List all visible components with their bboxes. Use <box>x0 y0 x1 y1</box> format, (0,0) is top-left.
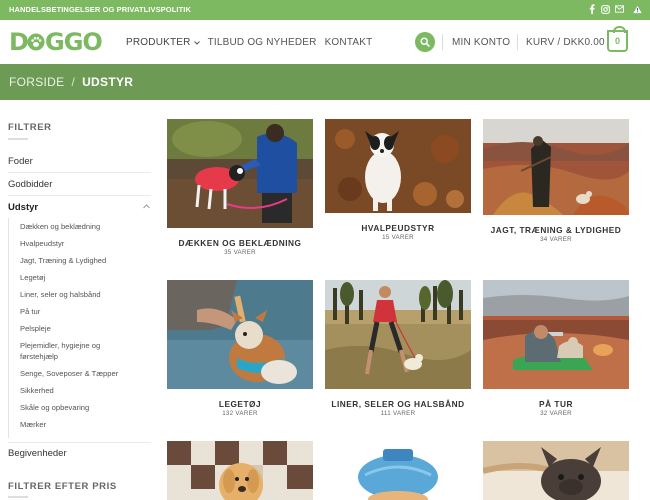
category-begivenheder[interactable]: Begivenheder <box>8 448 151 459</box>
site-header: D GGO PRODUKTER TILBUD OG NYHEDER KONTAK… <box>0 20 650 64</box>
my-account-link[interactable]: MIN KONTO <box>452 37 510 48</box>
product-image[interactable] <box>167 441 313 500</box>
category-godbidder[interactable]: Godbidder <box>8 179 151 190</box>
price-filter-title: FILTRER EFTER PRIS <box>8 481 117 492</box>
search-button[interactable] <box>415 32 435 52</box>
product-title[interactable]: JAGT, TRÆNING & LYDIGHED <box>483 225 629 235</box>
product-count: 111 VARER <box>380 410 416 417</box>
top-bar: HANDELSBETINGELSER OG PRIVATLIVSPOLITIK <box>0 0 650 20</box>
subcategory-item[interactable]: Dækken og beklædning <box>20 221 145 232</box>
product-image[interactable] <box>325 441 471 500</box>
divider <box>8 442 151 443</box>
product-image[interactable] <box>483 441 629 500</box>
product-title[interactable]: PÅ TUR <box>483 399 629 409</box>
svg-text:D: D <box>9 29 28 53</box>
product-card[interactable]: LEGETØJ 132 VARER <box>167 280 313 420</box>
subcategory-item[interactable]: Liner, seler og halsbånd <box>20 289 145 300</box>
breadcrumb-separator: / <box>71 75 76 89</box>
product-count: 15 VARER <box>382 234 414 241</box>
category-udstyr[interactable]: Udstyr <box>8 202 151 213</box>
subcategory-item[interactable]: På tur <box>20 306 145 317</box>
product-card[interactable] <box>325 441 471 500</box>
subcategory-list: Dækken og beklædning Hvalpeudstyr Jagt, … <box>8 218 151 438</box>
filter-title: FILTRER <box>8 122 52 133</box>
product-card[interactable]: PÅ TUR 32 VARER <box>483 280 629 420</box>
breadcrumb-home[interactable]: FORSIDE <box>9 75 64 89</box>
product-card[interactable]: DÆKKEN OG BEKLÆDNING 35 VARER <box>167 119 313 259</box>
chevron-down-icon <box>193 41 200 45</box>
subcategory-item[interactable]: Jagt, Træning & Lydighed <box>20 255 145 266</box>
subcategory-item[interactable]: Sikkerhed <box>20 385 145 396</box>
divider <box>8 496 28 498</box>
terms-privacy-link[interactable]: HANDELSBETINGELSER OG PRIVATLIVSPOLITIK <box>9 5 191 14</box>
subcategory-item[interactable]: Senge, Soveposer & Tæpper <box>20 368 145 379</box>
header-divider <box>442 34 443 50</box>
subcategory-item[interactable]: Plejemidler, hygiejne og førstehjælp <box>20 340 116 362</box>
product-card[interactable] <box>167 441 313 500</box>
filter-sidebar: FILTRER Foder Godbidder Udstyr Dækken og… <box>8 100 152 500</box>
main-nav: PRODUKTER TILBUD OG NYHEDER KONTAKT <box>126 37 372 48</box>
product-title[interactable]: LINER, SELER OG HALSBÅND <box>325 399 471 409</box>
cart-link[interactable]: KURV / DKK0.00 <box>526 37 605 48</box>
subcategory-item[interactable]: Skåle og opbevaring <box>20 402 145 413</box>
product-title[interactable]: LEGETØJ <box>167 399 313 409</box>
nav-offers-news[interactable]: TILBUD OG NYHEDER <box>208 37 317 48</box>
paw-icon <box>27 33 45 51</box>
product-count: 34 VARER <box>540 236 572 243</box>
product-title[interactable]: DÆKKEN OG BEKLÆDNING <box>167 238 313 248</box>
subcategory-item[interactable]: Legetøj <box>20 272 145 283</box>
header-divider <box>517 34 518 50</box>
doggo-logo[interactable]: D GGO <box>9 29 109 53</box>
facebook-icon[interactable] <box>587 3 596 15</box>
breadcrumb-current: UDSTYR <box>82 75 134 89</box>
nav-products[interactable]: PRODUKTER <box>126 37 200 48</box>
product-card[interactable]: LINER, SELER OG HALSBÅND 111 VARER <box>325 280 471 420</box>
product-image[interactable] <box>325 119 471 213</box>
social-icons <box>587 3 642 15</box>
product-image[interactable] <box>167 280 313 389</box>
chevron-up-icon[interactable] <box>143 202 150 211</box>
product-count: 32 VARER <box>540 410 572 417</box>
product-card[interactable] <box>483 441 629 500</box>
product-card[interactable]: JAGT, TRÆNING & LYDIGHED 34 VARER <box>483 119 629 249</box>
category-foder[interactable]: Foder <box>8 156 151 167</box>
product-title[interactable]: HVALPEUDSTYR <box>325 223 471 233</box>
breadcrumb: FORSIDE / UDSTYR <box>9 75 133 89</box>
svg-text:GGO: GGO <box>45 29 102 53</box>
product-image[interactable] <box>483 119 629 215</box>
breadcrumb-band: FORSIDE / UDSTYR <box>0 64 650 100</box>
instagram-icon[interactable] <box>601 3 610 15</box>
product-card[interactable]: HVALPEUDSTYR 15 VARER <box>325 119 471 249</box>
email-icon[interactable] <box>615 3 624 15</box>
product-count: 132 VARER <box>222 410 258 417</box>
product-image[interactable] <box>167 119 313 228</box>
warning-icon <box>633 3 642 15</box>
subcategory-item[interactable]: Mærker <box>20 419 145 430</box>
nav-contact[interactable]: KONTAKT <box>325 37 373 48</box>
product-image[interactable] <box>325 280 471 389</box>
divider <box>8 195 151 196</box>
divider <box>8 138 28 140</box>
subcategory-item[interactable]: Pelspleje <box>20 323 145 334</box>
product-count: 35 VARER <box>224 249 256 256</box>
search-icon <box>420 37 430 47</box>
subcategory-item[interactable]: Hvalpeudstyr <box>20 238 145 249</box>
cart-count-badge[interactable]: 0 <box>607 26 628 52</box>
product-image[interactable] <box>483 280 629 389</box>
divider <box>8 172 151 173</box>
